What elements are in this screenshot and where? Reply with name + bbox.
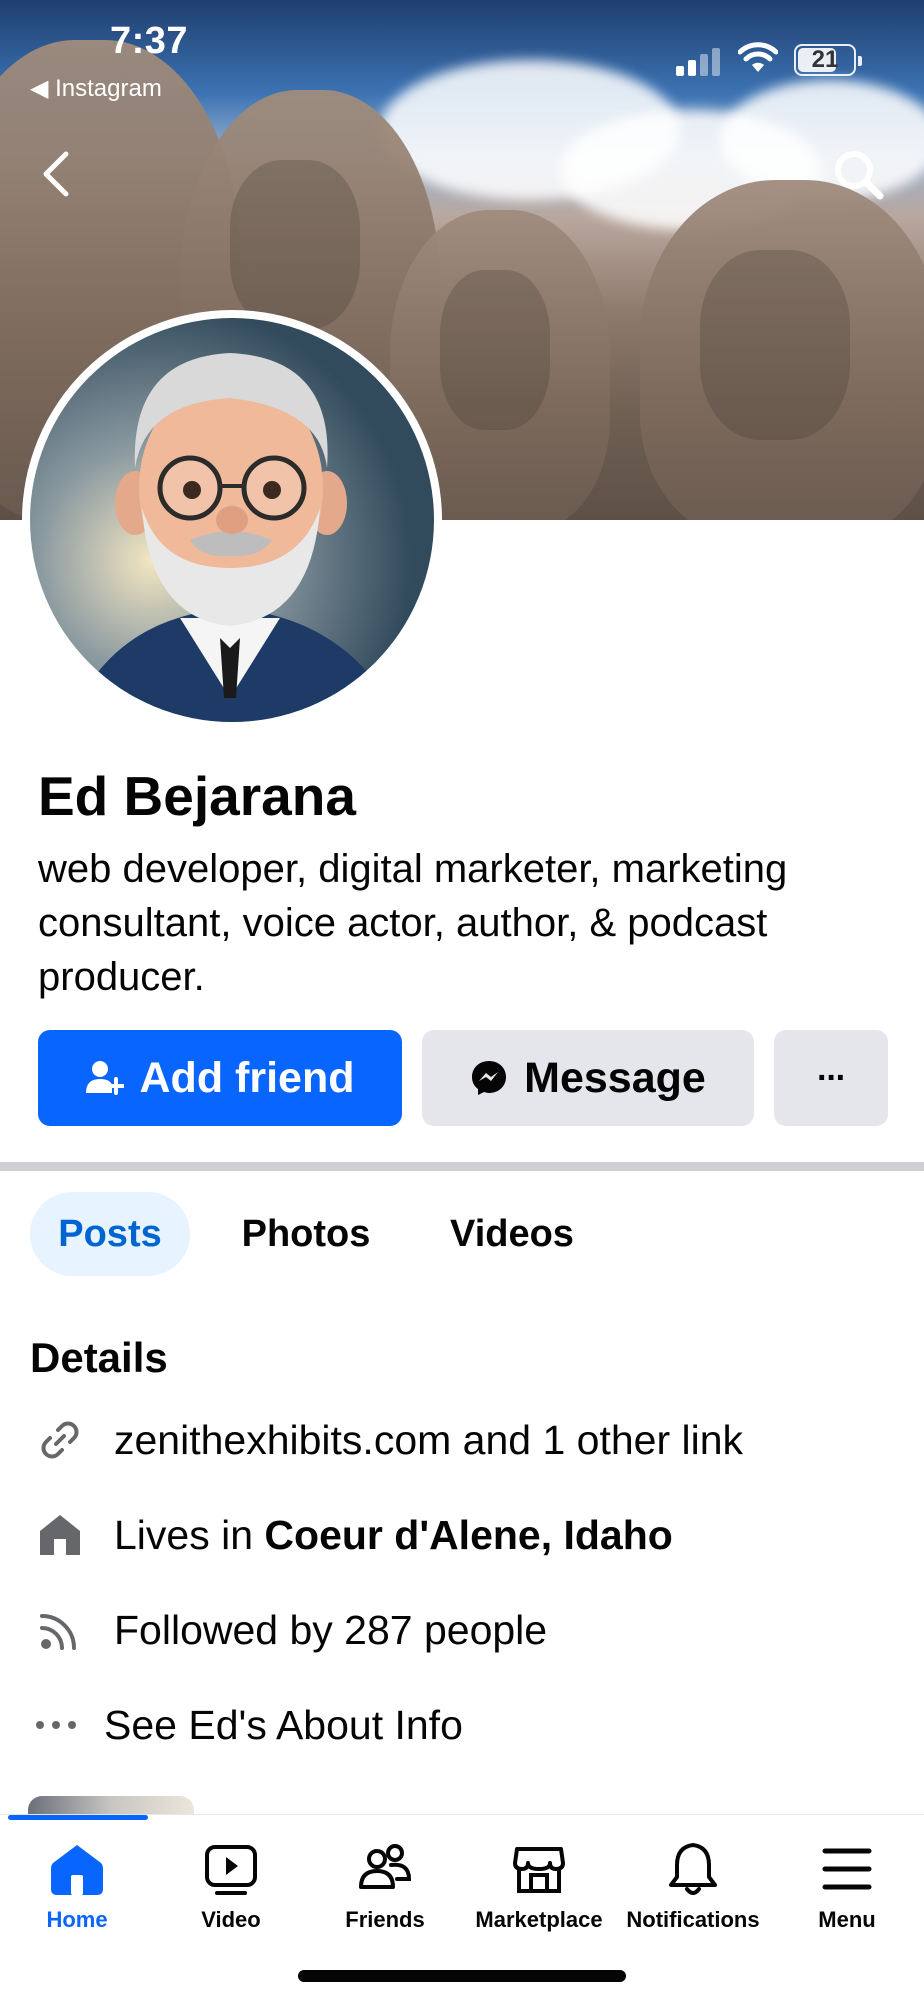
section-divider (0, 1162, 924, 1171)
friends-icon (359, 1844, 412, 1889)
detail-links[interactable]: zenithexhibits.com and 1 other link (30, 1410, 743, 1470)
nav-menu[interactable]: Menu (770, 1841, 924, 1933)
profile-name: Ed Bejarana (38, 765, 356, 827)
message-button[interactable]: Message (422, 1030, 754, 1126)
back-to-app-link[interactable]: ◀ Instagram (30, 74, 162, 103)
home-icon (51, 1845, 103, 1895)
nav-home-label: Home (46, 1907, 108, 1932)
search-icon (835, 151, 884, 200)
menu-icon (822, 1848, 872, 1890)
add-friend-button[interactable]: Add friend (38, 1030, 402, 1126)
lives-prefix: Lives in (114, 1511, 265, 1558)
clock: 7:37 (110, 20, 189, 62)
detail-followers: Followed by 287 people (30, 1600, 547, 1660)
details-heading: Details (30, 1334, 168, 1381)
nav-notifications[interactable]: Notifications (616, 1841, 770, 1933)
nav-friends-label: Friends (345, 1907, 425, 1932)
tab-posts[interactable]: Posts (30, 1192, 190, 1276)
battery-icon: 21 (794, 44, 862, 76)
chevron-left-icon (43, 151, 69, 197)
cellular-signal-icon (676, 46, 722, 76)
nav-video-label: Video (201, 1907, 261, 1932)
active-tab-indicator (8, 1815, 148, 1820)
more-options-button[interactable]: ··· (774, 1030, 888, 1126)
back-button[interactable] (38, 148, 74, 205)
more-icon: ··· (817, 1058, 847, 1097)
home-indicator[interactable] (298, 1970, 626, 1982)
messenger-icon (472, 1061, 507, 1095)
nav-notifications-label: Notifications (626, 1907, 760, 1932)
detail-lives-in: Lives in Coeur d'Alene, Idaho (30, 1505, 673, 1565)
tab-videos[interactable]: Videos (424, 1192, 600, 1276)
nav-menu-label: Menu (818, 1907, 876, 1932)
add-friend-label: Add friend (139, 1053, 355, 1102)
rss-icon (30, 1600, 90, 1660)
tab-photos[interactable]: Photos (218, 1192, 394, 1276)
wifi-icon (737, 42, 779, 79)
home-icon (30, 1505, 90, 1565)
nav-video[interactable]: Video (154, 1841, 308, 1933)
nav-friends[interactable]: Friends (308, 1841, 462, 1933)
lives-place[interactable]: Coeur d'Alene, Idaho (264, 1512, 672, 1559)
nav-home[interactable]: Home (0, 1841, 154, 1933)
add-friend-icon (85, 1061, 124, 1095)
bell-icon (669, 1843, 717, 1895)
search-button[interactable] (830, 146, 886, 207)
link-icon (30, 1410, 90, 1470)
marketplace-icon (513, 1847, 565, 1893)
battery-level: 21 (811, 46, 839, 73)
video-icon (205, 1845, 257, 1895)
nav-marketplace-label: Marketplace (475, 1907, 603, 1932)
status-bar: 7:37 ◀ Instagram 21 (0, 0, 924, 110)
profile-bio: web developer, digital marketer, marketi… (38, 847, 788, 999)
about-info-text: See Ed's About Info (104, 1701, 463, 1748)
detail-link-text: zenithexhibits.com and 1 other link (114, 1416, 744, 1463)
profile-avatar[interactable] (22, 310, 442, 730)
see-about-info[interactable]: See Ed's About Info (30, 1695, 463, 1755)
nav-marketplace[interactable]: Marketplace (462, 1841, 616, 1933)
more-horizontal-icon (30, 1695, 82, 1755)
message-label: Message (524, 1053, 706, 1102)
followers-text: Followed by 287 people (114, 1606, 548, 1653)
